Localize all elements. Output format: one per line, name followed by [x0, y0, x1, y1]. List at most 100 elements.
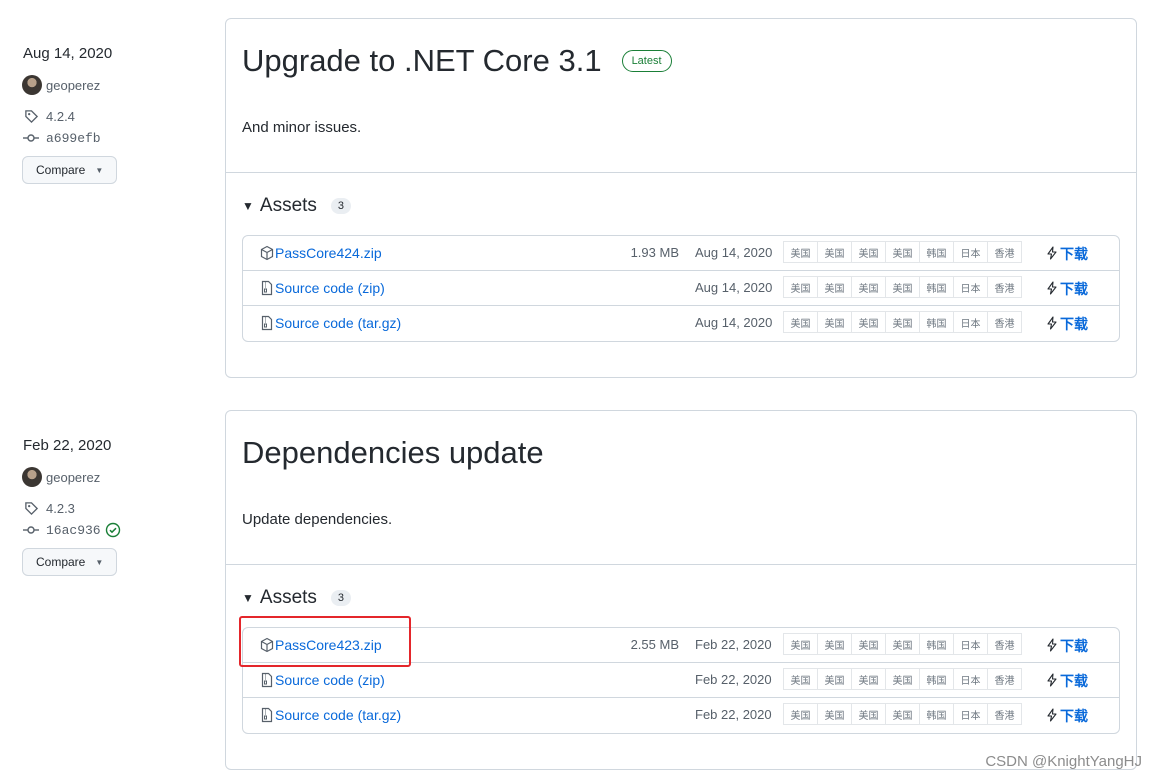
asset-name[interactable]: Source code	[275, 280, 354, 296]
mirror-button[interactable]: 日本	[953, 703, 988, 725]
mirror-button[interactable]: 美国	[885, 276, 920, 298]
mirror-list: 美国 美国 美国 美国 韩国 日本 香港	[783, 668, 1022, 690]
mirror-button[interactable]: 香港	[987, 703, 1022, 725]
release-title[interactable]: Dependencies update	[242, 435, 544, 471]
mirror-button[interactable]: 香港	[987, 633, 1022, 655]
mirror-button[interactable]: 日本	[953, 241, 988, 263]
mirror-button[interactable]: 美国	[783, 633, 818, 655]
mirror-button[interactable]: 美国	[851, 633, 886, 655]
asset-date: Aug 14, 2020	[695, 280, 773, 295]
mirror-button[interactable]: 美国	[885, 703, 920, 725]
download-label[interactable]: 下载	[1060, 671, 1088, 691]
mirror-button[interactable]: 美国	[817, 633, 852, 655]
mirror-button[interactable]: 美国	[783, 276, 818, 298]
assets-label[interactable]: Assets	[260, 587, 317, 609]
asset-suffix[interactable]: (zip)	[358, 672, 385, 688]
mirror-button[interactable]: 美国	[851, 703, 886, 725]
mirror-button[interactable]: 美国	[783, 311, 818, 333]
compare-button[interactable]: Compare ▼	[22, 548, 117, 576]
release-commit[interactable]: a699efb	[22, 130, 101, 146]
mirror-button[interactable]: 美国	[817, 276, 852, 298]
release-author[interactable]: geoperez	[22, 467, 100, 487]
asset-link[interactable]: Source code (tar.gz)	[259, 315, 401, 331]
asset-suffix[interactable]: (zip)	[358, 280, 385, 296]
mirror-button[interactable]: 香港	[987, 311, 1022, 333]
mirror-list: 美国 美国 美国 美国 韩国 日本 香港	[783, 633, 1022, 655]
mirror-button[interactable]: 美国	[851, 311, 886, 333]
commit-sha[interactable]: a699efb	[46, 131, 101, 146]
mirror-button[interactable]: 美国	[885, 668, 920, 690]
mirror-button[interactable]: 美国	[783, 668, 818, 690]
mirror-button[interactable]: 美国	[885, 241, 920, 263]
mirror-button[interactable]: 香港	[987, 668, 1022, 690]
mirror-button[interactable]: 美国	[851, 276, 886, 298]
mirror-button[interactable]: 香港	[987, 241, 1022, 263]
asset-link[interactable]: Source code (zip)	[259, 280, 385, 296]
verified-check-icon[interactable]	[105, 522, 121, 538]
release-title-text[interactable]: Upgrade to .NET Core 3.1	[242, 43, 602, 79]
mirror-button[interactable]: 韩国	[919, 311, 954, 333]
asset-link[interactable]: PassCore424.zip	[259, 245, 386, 261]
mirror-button[interactable]: 美国	[817, 668, 852, 690]
mirror-button[interactable]: 美国	[817, 311, 852, 333]
release-author[interactable]: geoperez	[22, 75, 100, 95]
commit-sha[interactable]: 16ac936	[46, 523, 101, 538]
assets-label[interactable]: Assets	[260, 195, 317, 217]
mirror-button[interactable]: 日本	[953, 311, 988, 333]
author-name[interactable]: geoperez	[46, 470, 100, 485]
mirror-button[interactable]: 美国	[783, 241, 818, 263]
triangle-down-icon: ▼	[242, 591, 254, 605]
mirror-button[interactable]: 韩国	[919, 241, 954, 263]
asset-name[interactable]: Source code	[275, 315, 354, 331]
commit-icon	[22, 522, 40, 538]
download-button[interactable]: 下载	[1046, 314, 1088, 334]
mirror-button[interactable]: 韩国	[919, 668, 954, 690]
download-button[interactable]: 下载	[1046, 706, 1088, 726]
asset-name[interactable]: Source code	[275, 707, 354, 723]
avatar[interactable]	[22, 467, 42, 487]
asset-date: Feb 22, 2020	[695, 707, 772, 722]
release-commit[interactable]: 16ac936	[22, 522, 121, 538]
release-tag[interactable]: 4.2.3	[22, 500, 75, 516]
download-button[interactable]: 下载	[1046, 671, 1088, 691]
download-button[interactable]: 下载	[1046, 636, 1088, 656]
assets-toggle[interactable]: ▼ Assets 3	[242, 195, 352, 217]
asset-link[interactable]: Source code (tar.gz)	[259, 707, 401, 723]
download-label[interactable]: 下载	[1060, 314, 1088, 334]
mirror-button[interactable]: 美国	[851, 241, 886, 263]
mirror-button[interactable]: 美国	[817, 241, 852, 263]
compare-button[interactable]: Compare ▼	[22, 156, 117, 184]
mirror-button[interactable]: 美国	[885, 633, 920, 655]
mirror-button[interactable]: 香港	[987, 276, 1022, 298]
asset-name[interactable]: Source code	[275, 672, 354, 688]
asset-suffix[interactable]: (tar.gz)	[358, 315, 402, 331]
mirror-button[interactable]: 美国	[851, 668, 886, 690]
asset-link[interactable]: Source code (zip)	[259, 672, 385, 688]
compare-label: Compare	[36, 163, 86, 177]
mirror-button[interactable]: 日本	[953, 668, 988, 690]
release-title-text[interactable]: Dependencies update	[242, 435, 544, 471]
mirror-button[interactable]: 韩国	[919, 633, 954, 655]
asset-suffix[interactable]: (tar.gz)	[358, 707, 402, 723]
release-tag[interactable]: 4.2.4	[22, 108, 75, 124]
mirror-button[interactable]: 日本	[953, 276, 988, 298]
tag-name[interactable]: 4.2.3	[46, 501, 75, 516]
mirror-button[interactable]: 韩国	[919, 703, 954, 725]
download-label[interactable]: 下载	[1060, 636, 1088, 656]
download-button[interactable]: 下载	[1046, 279, 1088, 299]
mirror-button[interactable]: 日本	[953, 633, 988, 655]
release-title[interactable]: Upgrade to .NET Core 3.1 Latest	[242, 43, 672, 79]
author-name[interactable]: geoperez	[46, 78, 100, 93]
mirror-button[interactable]: 美国	[885, 311, 920, 333]
avatar[interactable]	[22, 75, 42, 95]
download-button[interactable]: 下载	[1046, 244, 1088, 264]
download-label[interactable]: 下载	[1060, 244, 1088, 264]
mirror-button[interactable]: 美国	[817, 703, 852, 725]
assets-toggle[interactable]: ▼ Assets 3	[242, 587, 352, 609]
tag-name[interactable]: 4.2.4	[46, 109, 75, 124]
mirror-button[interactable]: 美国	[783, 703, 818, 725]
mirror-button[interactable]: 韩国	[919, 276, 954, 298]
asset-name[interactable]: PassCore424.zip	[275, 245, 382, 261]
download-label[interactable]: 下载	[1060, 706, 1088, 726]
download-label[interactable]: 下载	[1060, 279, 1088, 299]
